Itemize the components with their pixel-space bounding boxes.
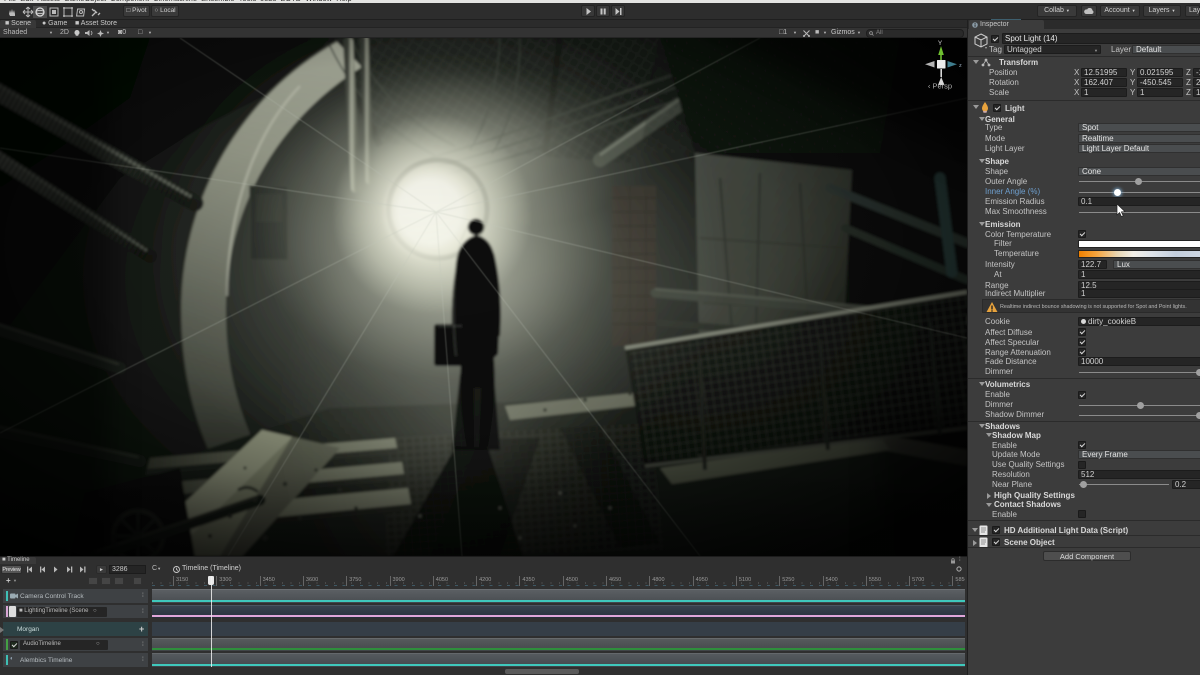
svg-text:Y: Y bbox=[938, 40, 943, 47]
svg-text:‹ Persp: ‹ Persp bbox=[928, 82, 952, 91]
svg-text:z: z bbox=[959, 63, 962, 69]
